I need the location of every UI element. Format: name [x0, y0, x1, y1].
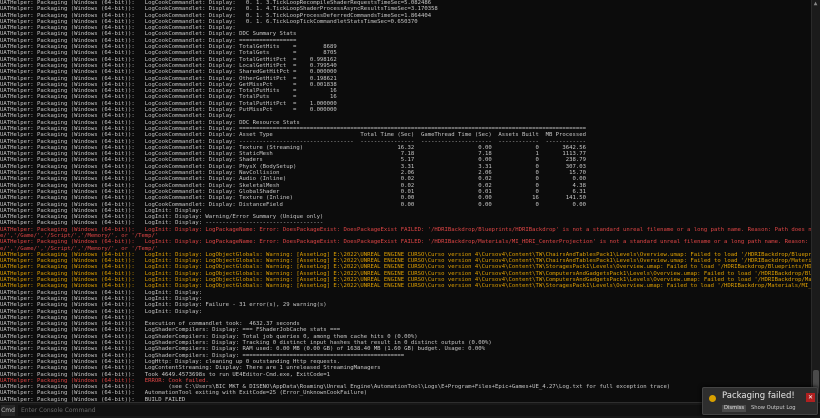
notification-title: Packaging failed!: [722, 391, 795, 401]
dismiss-button[interactable]: Dismiss: [722, 405, 747, 412]
output-log: UATHelper: Packaging (Windows (64-bit)):…: [0, 0, 811, 402]
packaging-failed-notification: Packaging failed! ✕ Dismiss Show Output …: [702, 387, 818, 415]
log-line: UATHelper: Packaging (Windows (64-bit)):…: [0, 239, 809, 246]
console-command-input[interactable]: [18, 405, 808, 416]
close-icon[interactable]: ✕: [806, 393, 815, 402]
log-line: UATHelper: Packaging (Windows (64-bit)):…: [0, 264, 811, 271]
log-scrollbar[interactable]: ▲ ▼: [811, 0, 820, 402]
show-output-log-link[interactable]: Show Output Log: [751, 405, 796, 412]
warning-icon: [709, 395, 716, 402]
log-line: UATHelper: Packaging (Windows (64-bit)):…: [0, 283, 811, 290]
command-type-dropdown[interactable]: Cmd: [1, 405, 15, 416]
console-command-bar: Cmd: [0, 402, 820, 418]
scroll-up-icon[interactable]: ▲: [811, 0, 820, 8]
